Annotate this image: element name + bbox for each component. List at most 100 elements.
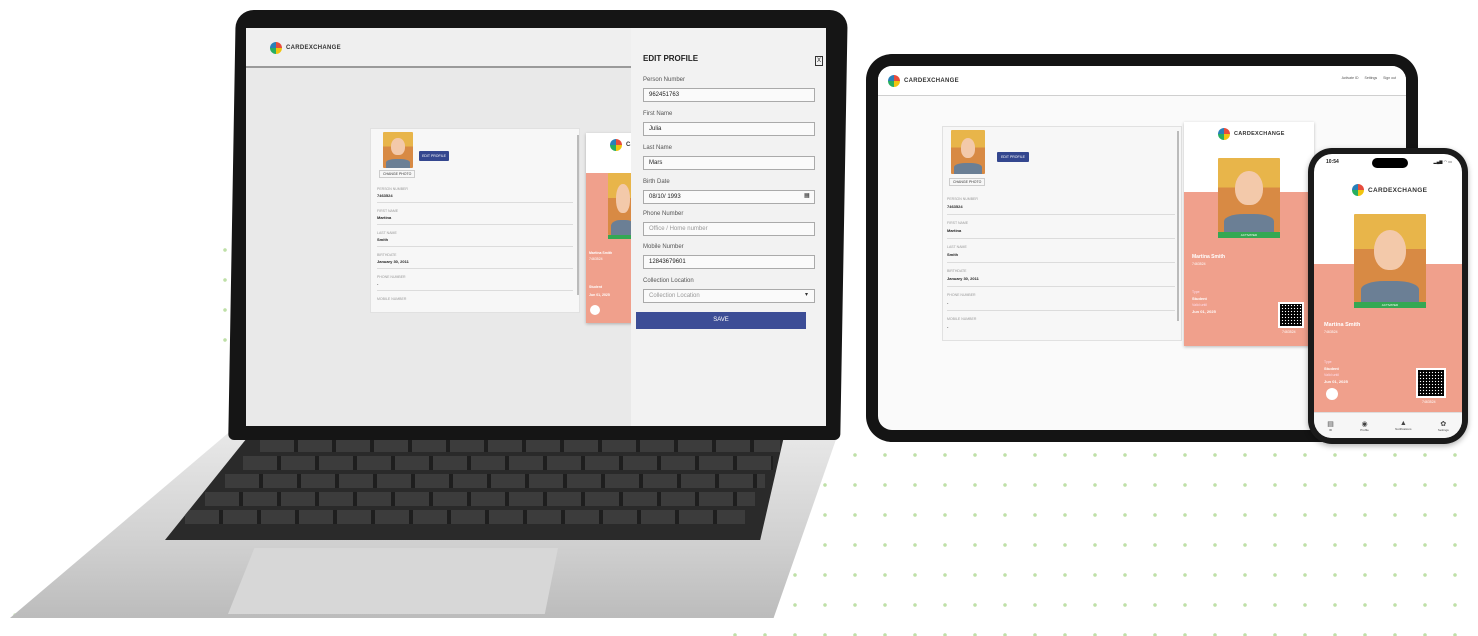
gear-icon: ✿ [1440, 420, 1447, 428]
close-button[interactable]: X [815, 56, 823, 66]
phone-screen: 10:54 ▂▄▆ ◠ ▭ CARDEXCHANGE ACTIVATED Mar… [1314, 154, 1462, 438]
edit-profile-title: EDIT PROFILE [643, 54, 699, 63]
collection-location-label: Collection Location [643, 278, 694, 284]
nav-item-settings[interactable]: Settings [1365, 76, 1378, 80]
field-label: BIRTHDATE [377, 253, 397, 257]
header-nav: Activate ID Settings Sign out [1342, 76, 1396, 80]
card-seal [590, 305, 600, 315]
field-value: - [377, 281, 379, 286]
card-type-label: Type [1324, 360, 1332, 364]
field-value: 7463524 [377, 193, 393, 198]
brand-logo[interactable]: CARDEXCHANGE [888, 75, 959, 87]
laptop-trackpad [228, 548, 558, 614]
profile-card: EDIT PROFILE CHANGE PHOTO PERSON NUMBER … [942, 126, 1182, 341]
dynamic-island [1372, 158, 1408, 168]
field-value: - [947, 300, 949, 305]
field-label: FIRST NAME [377, 209, 399, 213]
card-type-label: Type [1192, 290, 1200, 294]
field-value: Martina [377, 215, 392, 220]
field-label: LAST NAME [947, 245, 967, 249]
brand-logo-icon [270, 42, 282, 54]
card-number: 7463524 [589, 257, 603, 261]
card-status: ACTIVATED [1354, 302, 1426, 308]
mobile-number-label: Mobile Number [643, 244, 684, 250]
phone-number-label: Phone Number [643, 211, 684, 217]
status-icons: ▂▄▆ ◠ ▭ [1433, 159, 1452, 164]
field-value: January 30, 2011 [377, 259, 409, 264]
qr-caption: 7463524 [1422, 400, 1436, 404]
id-card: CARDEXCHANGE ACTIVATED Martina Smith 746… [1184, 122, 1314, 346]
edit-profile-button[interactable]: EDIT PROFILE [419, 151, 449, 161]
id-card-preview: Ca Martina Smith 7463524 Student Jun 01,… [586, 133, 636, 323]
change-photo-button[interactable]: CHANGE PHOTO [949, 178, 986, 186]
field-value: Martina [947, 228, 962, 233]
card-brand-logo: CARDEXCHANGE [1218, 128, 1285, 140]
mobile-number-input[interactable]: 12843679601 [643, 255, 815, 269]
profile-photo [951, 130, 985, 174]
brand-logo-icon [888, 75, 900, 87]
laptop-keyboard [165, 432, 785, 540]
chevron-down-icon[interactable]: ▾ [805, 291, 808, 298]
calendar-icon[interactable]: ▦ [804, 192, 810, 199]
card-expiry: Jun 01, 2025 [589, 293, 610, 297]
edit-profile-panel: EDIT PROFILE X Person Number 962451763 F… [631, 28, 826, 426]
tab-settings[interactable]: ✿ Settings [1438, 420, 1449, 432]
qr-code [1416, 368, 1446, 398]
field-label: PHONE NUMBER [377, 275, 406, 279]
person-icon: ◉ [1361, 420, 1368, 428]
tab-id[interactable]: ▤ ID [1327, 420, 1334, 432]
last-name-input[interactable]: Mars [643, 156, 815, 170]
card-expiry: Jun 01, 2025 [1324, 379, 1348, 384]
nav-item-activate[interactable]: Activate ID [1342, 76, 1359, 80]
field-value: - [947, 324, 949, 329]
collection-location-select[interactable]: Collection Location [643, 289, 815, 303]
brand-logo[interactable]: CARDEXCHANGE [270, 42, 341, 54]
bell-icon: ▲ [1399, 420, 1407, 427]
profile-card: EDIT PROFILE CHANGE PHOTO PERSON NUMBER … [370, 128, 580, 313]
tab-notifications[interactable]: ▲ Notifications [1395, 420, 1411, 431]
field-label: PERSON NUMBER [947, 197, 978, 201]
nav-item-signout[interactable]: Sign out [1383, 76, 1396, 80]
app-header: CARDEXCHANGE [246, 28, 631, 68]
field-label: BIRTHDATE [947, 269, 967, 273]
brand-name: CARDEXCHANGE [286, 45, 341, 51]
card-status: ACTIVATED [1218, 232, 1280, 238]
card-type: Student [589, 285, 603, 289]
laptop-screen: CARDEXCHANGE EDIT PROFILE CHANGE PHOTO P… [246, 28, 826, 426]
scrollbar[interactable] [577, 135, 579, 295]
phone-number-input[interactable]: Office / Home number [643, 222, 815, 236]
field-label: FIRST NAME [947, 221, 969, 225]
qr-caption: 7463524 [1282, 330, 1296, 334]
tab-profile[interactable]: ◉ Profile [1360, 420, 1369, 432]
card-type: Student [1324, 366, 1339, 371]
field-label: PERSON NUMBER [377, 187, 408, 191]
profile-photo [383, 132, 413, 168]
field-value: January 30, 2011 [947, 276, 979, 281]
card-number: 7463524 [1192, 262, 1206, 266]
field-value: Smith [947, 252, 959, 257]
card-expiry-label: Valid until [1192, 303, 1207, 307]
first-name-input[interactable]: Julia [643, 122, 815, 136]
card-holder-name: Martina Smith [1324, 322, 1361, 328]
field-value: Smith [377, 237, 389, 242]
qr-code [1278, 302, 1304, 328]
card-type: Student [1192, 296, 1207, 301]
change-photo-button[interactable]: CHANGE PHOTO [379, 170, 416, 178]
edit-profile-button[interactable]: EDIT PROFILE [997, 152, 1029, 162]
card-seal [1326, 388, 1338, 400]
tab-bar: ▤ ID ◉ Profile ▲ Notifications ✿ Settings [1314, 412, 1462, 438]
field-label: LAST NAME [377, 231, 397, 235]
card-expiry-label: Valid until [1324, 373, 1339, 377]
card-number: 7463524 [1324, 330, 1338, 334]
card-expiry: Jun 01, 2025 [1192, 309, 1216, 314]
scrollbar[interactable] [1177, 131, 1179, 321]
person-number-input[interactable]: 962451763 [643, 88, 815, 102]
field-label: PHONE NUMBER [947, 293, 976, 297]
field-label: MOBILE NUMBER [947, 317, 977, 321]
save-button[interactable]: SAVE [636, 312, 806, 329]
status-time: 10:54 [1326, 159, 1339, 165]
birth-date-input[interactable]: 08/10/ 1993 [643, 190, 815, 204]
id-card-icon: ▤ [1327, 420, 1334, 428]
field-label: MOBILE NUMBER [377, 297, 407, 301]
brand-logo: CARDEXCHANGE [1352, 184, 1427, 196]
